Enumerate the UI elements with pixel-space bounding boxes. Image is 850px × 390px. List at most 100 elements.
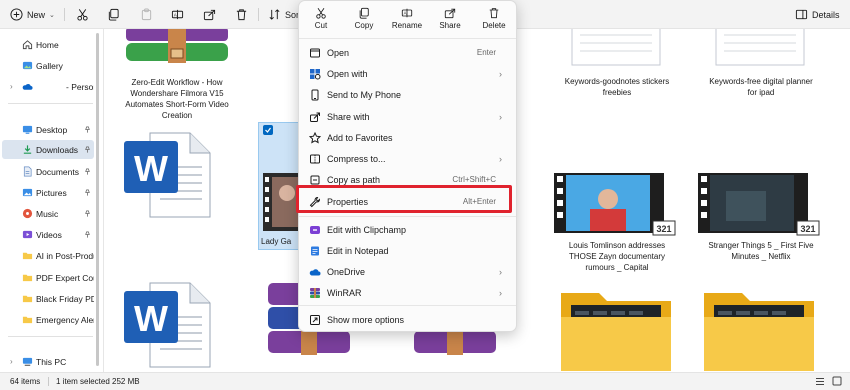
sidebar-item-documents[interactable]: Documents: [2, 162, 94, 181]
chevron-right-icon: ›: [10, 82, 13, 91]
sort-button[interactable]: Sort: [268, 6, 302, 23]
menu-divider: [299, 216, 516, 217]
menu-item-label: Share with: [327, 111, 370, 122]
menu-item-label: Send to My Phone: [327, 89, 402, 100]
cut-toolbar-button[interactable]: [76, 6, 89, 23]
music-icon: [22, 208, 33, 219]
copy-button[interactable]: Copy: [344, 3, 384, 36]
pin-icon: [85, 126, 90, 133]
trash-icon: [489, 8, 499, 19]
large-icons-view-icon[interactable]: [832, 376, 842, 386]
menu-item-winrar[interactable]: WinRAR ›: [303, 283, 512, 302]
folder-icon: [22, 316, 33, 324]
sidebar-item-folder-emergency-alert[interactable]: Emergency Alert: [2, 310, 94, 329]
file-tile-zero-edit-workflow[interactable]: Zero-Edit Workflow - How Wondershare Fil…: [122, 29, 232, 124]
copy-toolbar-button[interactable]: [107, 6, 120, 23]
menu-item-show-more-options[interactable]: Show more options: [303, 310, 512, 329]
menu-item-label: Open with: [327, 68, 368, 79]
sidebar-scrollbar[interactable]: [96, 33, 99, 366]
delete-toolbar-button[interactable]: [235, 6, 248, 23]
sidebar-item-label: Pictures: [36, 187, 67, 198]
navigation-pane: Home Gallery › - Person Desktop Download…: [0, 29, 104, 372]
file-name-line: Automates Short-Form Video: [125, 100, 229, 109]
file-tile-folder[interactable]: [559, 287, 674, 372]
sidebar-item-downloads[interactable]: Downloads: [2, 140, 94, 159]
sidebar-item-label: Downloads: [36, 144, 79, 155]
menu-item-label: WinRAR: [327, 287, 362, 298]
checkmark-icon: [265, 127, 271, 133]
menu-item-edit-in-notepad[interactable]: Edit in Notepad: [303, 241, 512, 260]
folder-icon: [561, 293, 671, 371]
notepad-icon: [311, 246, 319, 255]
rename-button[interactable]: A Rename: [387, 3, 427, 36]
status-divider: [48, 377, 49, 386]
details-pane-icon: [795, 9, 808, 20]
plus-circle-icon: [10, 8, 23, 21]
file-tile-digital-planner[interactable]: Keywords-free digital planner for ipad: [696, 29, 826, 99]
svg-text:321: 321: [656, 224, 671, 234]
menu-item-edit-with-clipchamp[interactable]: Edit with Clipchamp: [303, 220, 512, 239]
menu-item-compress-to[interactable]: Compress to... ›: [303, 149, 512, 168]
file-tile-folder-2[interactable]: [702, 287, 817, 372]
selection-info: 1 item selected 252 MB: [56, 377, 140, 386]
sidebar-item-label: Music: [36, 208, 59, 219]
sidebar-item-music[interactable]: Music: [2, 204, 94, 223]
chevron-right-icon: ›: [499, 111, 502, 122]
delete-label: Delete: [482, 21, 506, 30]
details-view-icon[interactable]: [815, 377, 825, 386]
sidebar-item-folder-pdf-expert[interactable]: PDF Expert Coup: [2, 268, 94, 287]
rename-toolbar-button[interactable]: A: [171, 6, 184, 23]
delete-button[interactable]: Delete: [474, 3, 514, 36]
file-tile-word-document-2[interactable]: W: [122, 279, 217, 372]
menu-item-onedrive[interactable]: OneDrive ›: [303, 262, 512, 281]
menu-item-send-to-phone[interactable]: Send to My Phone: [303, 85, 512, 104]
winrar-icon: [310, 287, 320, 298]
sidebar-item-gallery[interactable]: Gallery: [2, 56, 94, 75]
share-button[interactable]: Share: [430, 3, 470, 36]
pin-icon: [85, 189, 90, 196]
file-tile-louis-tomlinson[interactable]: 321 Louis Tomlinson addresses THOSE Zayn…: [552, 171, 682, 272]
paste-toolbar-button[interactable]: [140, 6, 153, 23]
context-menu: Cut Copy A Rename Share Delete Open Ente…: [298, 0, 517, 332]
scissors-icon: [77, 9, 88, 21]
more-options-icon: [310, 314, 320, 325]
sort-icon: [269, 9, 280, 20]
chevron-down-icon: ⌄: [49, 11, 55, 19]
details-label: Details: [812, 9, 840, 20]
menu-item-add-to-favorites[interactable]: Add to Favorites: [303, 128, 512, 147]
pictures-icon: [22, 188, 33, 197]
menu-item-share-with[interactable]: Share with ›: [303, 107, 512, 126]
properties-highlight-box: [296, 185, 512, 213]
menu-item-open[interactable]: Open Enter: [303, 43, 512, 62]
pc-icon: [22, 357, 33, 366]
file-tile-stranger-things[interactable]: 321 Stranger Things 5 _ First Five Minut…: [696, 171, 826, 266]
share-toolbar-button[interactable]: [203, 6, 216, 23]
sidebar-item-onedrive[interactable]: › - Person: [2, 77, 94, 96]
file-tile-goodnotes-stickers[interactable]: Keywords-goodnotes stickers freebies: [552, 29, 682, 99]
file-tile-word-document[interactable]: W: [122, 129, 217, 224]
svg-text:W: W: [134, 148, 168, 189]
cut-button[interactable]: Cut: [301, 3, 341, 36]
selected-checkbox[interactable]: [263, 125, 273, 135]
sidebar-item-folder-ai-post-production[interactable]: AI in Post-Produ: [2, 246, 94, 265]
sidebar-item-this-pc[interactable]: › This PC: [2, 352, 94, 371]
rename-icon: A: [401, 8, 413, 18]
sidebar-item-pictures[interactable]: Pictures: [2, 183, 94, 202]
new-button[interactable]: New ⌄: [10, 6, 55, 23]
share-icon: [203, 9, 216, 21]
svg-text:321: 321: [800, 224, 815, 234]
file-name-line: Lady Ga: [261, 237, 292, 246]
sidebar-item-desktop[interactable]: Desktop: [2, 120, 94, 139]
home-icon: [22, 40, 33, 50]
sidebar-item-label: Videos: [36, 229, 62, 240]
sidebar-item-videos[interactable]: Videos: [2, 225, 94, 244]
menu-item-label: Edit in Notepad: [327, 245, 389, 256]
sidebar-item-label: Desktop: [36, 124, 68, 135]
sidebar-item-home[interactable]: Home: [2, 35, 94, 54]
open-with-icon: [310, 68, 321, 79]
menu-item-open-with[interactable]: Open with ›: [303, 64, 512, 83]
toolbar-divider: [64, 8, 65, 21]
sidebar-item-folder-black-friday[interactable]: Black Friday PDF: [2, 289, 94, 308]
details-button[interactable]: Details: [795, 6, 840, 23]
video-thumbnail-icon: 321: [698, 173, 820, 236]
